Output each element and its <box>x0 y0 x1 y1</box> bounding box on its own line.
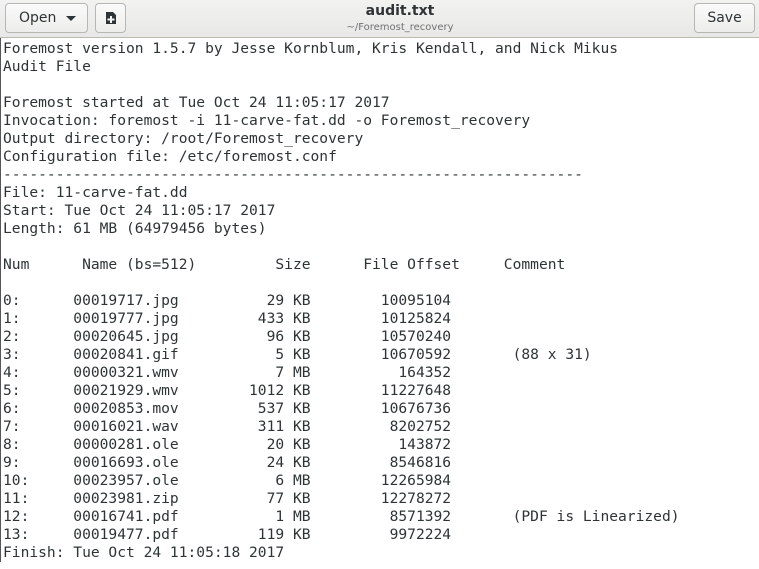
open-button-label: Open <box>19 10 57 26</box>
window-subtitle: ~/Foremost_recovery <box>346 22 454 33</box>
new-document-icon <box>105 12 116 24</box>
open-button[interactable]: Open <box>5 3 88 33</box>
new-document-button[interactable] <box>95 3 126 33</box>
text-editor-window: Open audit.txt ~/Foremost_recovery Save … <box>0 0 759 569</box>
save-button[interactable]: Save <box>694 3 755 33</box>
chevron-down-icon <box>66 16 76 21</box>
header-bar: Open audit.txt ~/Foremost_recovery Save <box>0 0 759 38</box>
text-view[interactable]: Foremost version 1.5.7 by Jesse Kornblum… <box>0 38 759 569</box>
window-title: audit.txt <box>365 3 435 19</box>
document-text[interactable]: Foremost version 1.5.7 by Jesse Kornblum… <box>0 38 759 562</box>
title-area: audit.txt ~/Foremost_recovery <box>300 3 500 34</box>
